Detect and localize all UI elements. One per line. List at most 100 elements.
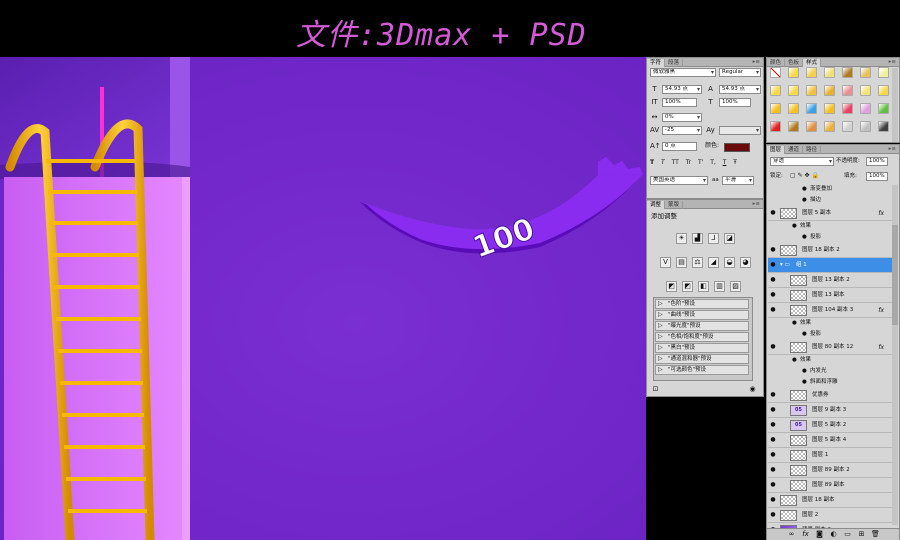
opacity-field[interactable]: 100%	[866, 157, 888, 166]
eye-icon[interactable]: ●	[802, 377, 807, 388]
style-swatch[interactable]	[788, 67, 799, 78]
layer-row[interactable]: ● 图层 80 副本 12 fx	[768, 340, 892, 355]
link-icon[interactable]: ∞	[787, 530, 796, 539]
eye-icon[interactable]: ●	[769, 306, 777, 314]
style-swatch[interactable]	[824, 67, 835, 78]
strikethrough-button[interactable]: Ŧ	[733, 159, 737, 166]
effects-group-row[interactable]: ● 效果	[768, 318, 892, 329]
style-swatch[interactable]	[842, 67, 853, 78]
mask-icon[interactable]: ◙	[815, 530, 824, 539]
tab-masks[interactable]: 蒙版	[665, 201, 684, 209]
brightness-icon[interactable]: ☀	[676, 233, 687, 244]
style-swatch[interactable]	[878, 103, 889, 114]
effect-row[interactable]: ● 描边	[768, 195, 892, 206]
invert-icon[interactable]: ◩	[666, 281, 677, 292]
style-swatch[interactable]	[824, 121, 835, 132]
font-size-field[interactable]: 54.93 点	[662, 85, 702, 94]
faux-italic-button[interactable]: T	[661, 159, 665, 166]
preset-exposure[interactable]: "曝光度"预设	[655, 321, 749, 331]
antialias-select[interactable]: 平滑	[722, 176, 754, 185]
eye-icon[interactable]: ●	[769, 276, 777, 284]
eye-icon[interactable]: ●	[769, 343, 777, 351]
tab-paths[interactable]: 路径	[803, 146, 822, 154]
layer-row[interactable]: ● 图层 89 副本 2	[768, 463, 892, 478]
fx-badge[interactable]: fx	[878, 340, 884, 355]
font-style-select[interactable]: Regular	[719, 68, 761, 77]
tab-styles[interactable]: 样式	[803, 59, 822, 67]
adjust-icon[interactable]: ◐	[829, 530, 838, 539]
effect-row[interactable]: ● 斜面和浮雕	[768, 377, 892, 388]
eye-icon[interactable]: ●	[802, 195, 807, 206]
eye-icon[interactable]: ●	[792, 221, 797, 232]
fx-badge[interactable]: fx	[878, 303, 884, 318]
blend-mode-select[interactable]: 穿透	[770, 157, 834, 166]
layer-row[interactable]: ● 图层 104 副本 3 fx	[768, 303, 892, 318]
tab-channels[interactable]: 通道	[785, 146, 804, 154]
folder-icon[interactable]: ▭	[843, 530, 852, 539]
layer-row[interactable]: ● 图层 18 副本	[768, 493, 892, 508]
fx-icon[interactable]: fx	[801, 530, 810, 539]
panel-menu-icon[interactable]: ▸≡	[753, 58, 760, 66]
style-swatch[interactable]	[788, 103, 799, 114]
horizontal-scale-field[interactable]: 100%	[719, 98, 751, 107]
effect-row[interactable]: ● 投影	[768, 232, 892, 243]
eye-icon[interactable]: ●	[802, 184, 807, 195]
layer-row[interactable]: ● 图层 1	[768, 448, 892, 463]
language-select[interactable]: 美国英语	[650, 176, 708, 185]
posterize-icon[interactable]: ◩	[682, 281, 693, 292]
document-canvas[interactable]: 100	[0, 57, 646, 540]
eye-icon[interactable]: ●	[769, 391, 777, 399]
style-swatch[interactable]	[788, 121, 799, 132]
style-swatch[interactable]	[770, 103, 781, 114]
preset-selective-color[interactable]: "可选颜色"预设	[655, 365, 749, 375]
style-swatch[interactable]	[806, 121, 817, 132]
style-swatch[interactable]	[788, 85, 799, 96]
style-swatch[interactable]	[860, 85, 871, 96]
photo-filter-icon[interactable]: ◒	[724, 257, 735, 268]
style-swatch[interactable]	[824, 103, 835, 114]
levels-icon[interactable]: ▟	[692, 233, 703, 244]
fill-field[interactable]: 100%	[866, 172, 888, 181]
styles-scrollbar[interactable]	[892, 68, 898, 142]
style-swatch[interactable]	[878, 67, 889, 78]
layer-row[interactable]: ● 图层 5 副本 4	[768, 433, 892, 448]
style-swatch[interactable]	[860, 67, 871, 78]
eye-icon[interactable]: ●	[769, 451, 777, 459]
tab-layers[interactable]: 图层	[767, 146, 786, 154]
layer-row[interactable]: ● 优惠券	[768, 388, 892, 403]
no-style-swatch[interactable]	[770, 67, 781, 78]
black-white-icon[interactable]: ◢	[708, 257, 719, 268]
layers-menu-icon[interactable]: ▸≡	[889, 145, 896, 153]
preset-curves[interactable]: "曲线"预设	[655, 310, 749, 320]
font-family-select[interactable]: 微软雅黑	[650, 68, 716, 77]
exposure-icon[interactable]: ◪	[724, 233, 735, 244]
eye-icon[interactable]: ●	[769, 421, 777, 429]
layer-row[interactable]: ● 图层 2	[768, 508, 892, 523]
style-swatch[interactable]	[806, 103, 817, 114]
leading-field[interactable]: 54.93 点	[719, 85, 761, 94]
eye-icon[interactable]: ●	[769, 291, 777, 299]
kerning-field[interactable]: 0%	[662, 113, 702, 122]
layer-row[interactable]: ● 05 图层 9 副本 3	[768, 403, 892, 418]
layer-group-row[interactable]: ● ▾ ▭ 组 1	[768, 258, 892, 273]
eye-icon[interactable]: ●	[769, 496, 777, 504]
color-balance-icon[interactable]: ⚖	[692, 257, 703, 268]
layers-scrollbar[interactable]	[892, 185, 898, 525]
eye-icon[interactable]: ●	[802, 366, 807, 377]
layer-row[interactable]: ● 图层 13 副本 2	[768, 273, 892, 288]
new-layer-icon[interactable]: ⊞	[857, 530, 866, 539]
styles-menu-icon[interactable]: ▸≡	[889, 58, 896, 66]
threshold-icon[interactable]: ◧	[698, 281, 709, 292]
tab-color[interactable]: 颜色	[767, 59, 786, 67]
tracking-field[interactable]: -25	[662, 126, 702, 135]
preset-levels[interactable]: "色阶"预设	[655, 299, 749, 309]
style-swatch[interactable]	[842, 85, 853, 96]
style-swatch[interactable]	[806, 85, 817, 96]
selective-color-icon[interactable]: ▨	[730, 281, 741, 292]
text-color-swatch[interactable]	[724, 143, 750, 152]
vertical-scale-field[interactable]: 100%	[662, 98, 697, 107]
style-swatch[interactable]	[878, 85, 889, 96]
effects-group-row[interactable]: ● 效果	[768, 355, 892, 366]
eye-icon[interactable]: ●	[769, 209, 777, 217]
eye-icon[interactable]: ●	[792, 355, 797, 366]
